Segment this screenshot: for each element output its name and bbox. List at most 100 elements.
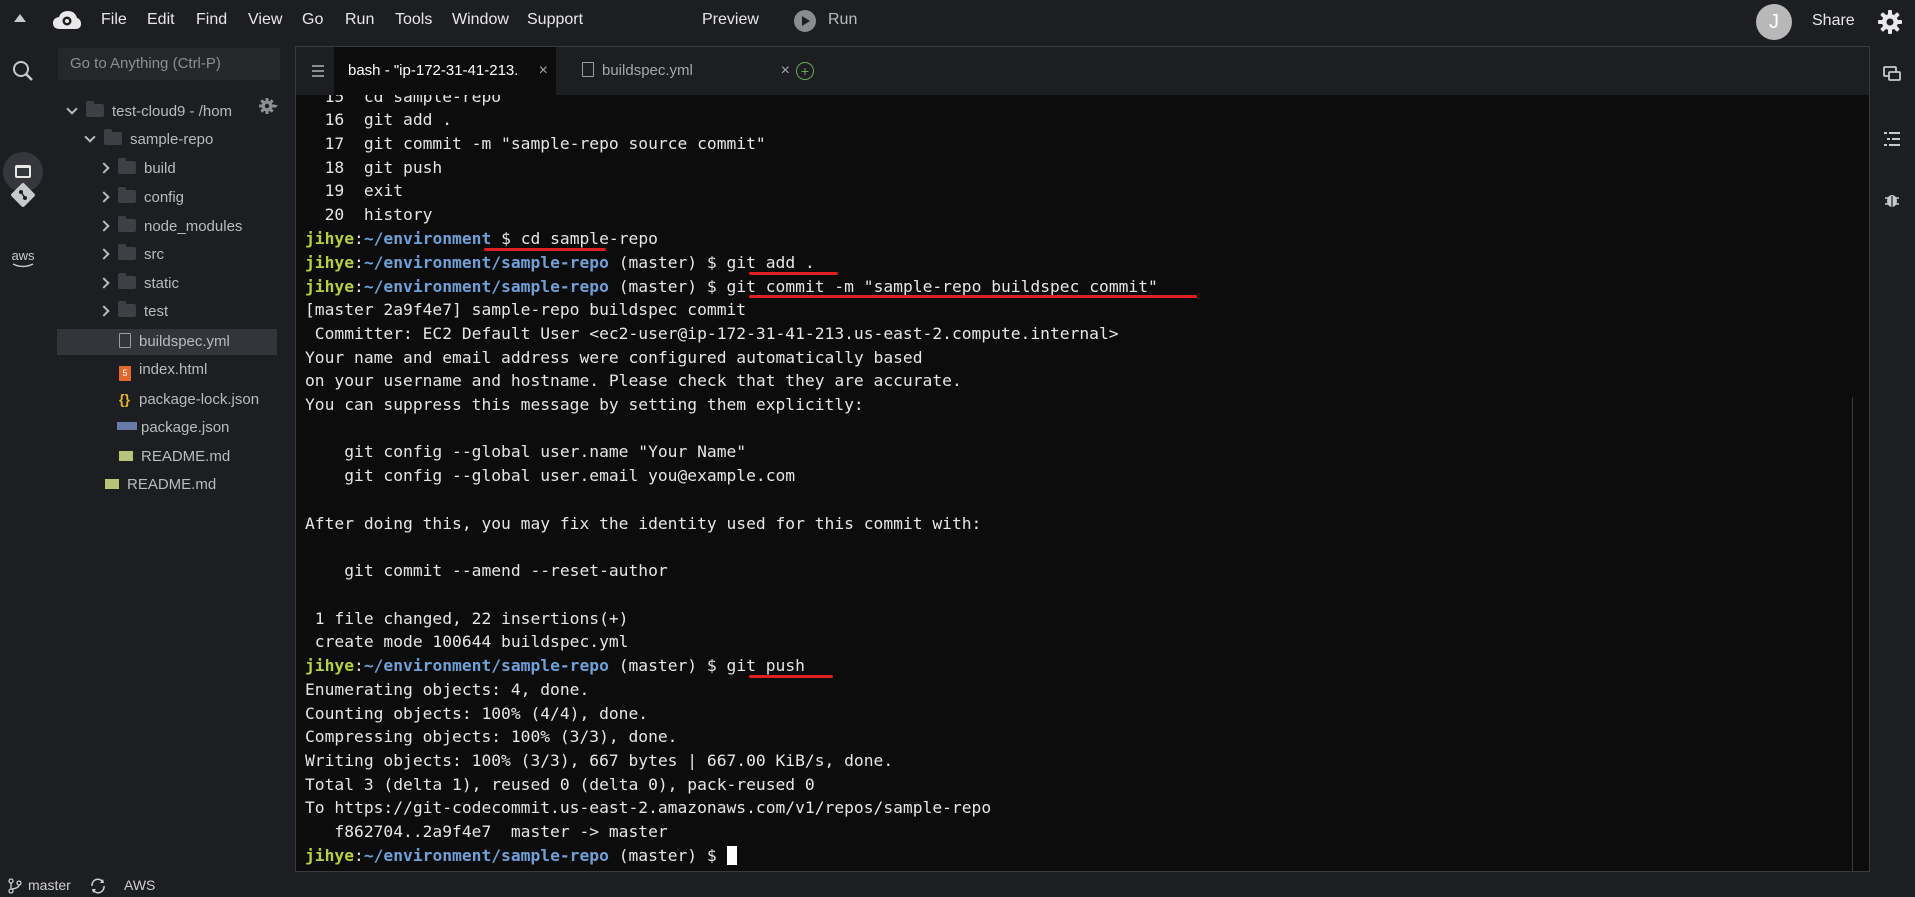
folder-icon: [118, 187, 136, 203]
tree-folder-src[interactable]: src: [98, 242, 284, 268]
menu-tools[interactable]: Tools: [395, 11, 432, 29]
terminal-line: 1 file changed, 22 insertions(+): [305, 609, 629, 628]
menu-edit[interactable]: Edit: [147, 11, 175, 29]
tree-folder-build[interactable]: build: [98, 156, 284, 182]
outline-icon[interactable]: [1882, 129, 1902, 149]
preview-button[interactable]: Preview: [702, 11, 759, 29]
terminal-prompt-line: jihye:~/environment/sample-repo (master)…: [305, 656, 805, 675]
prompt-path: ~/environment: [363, 229, 492, 248]
tree-item-label: node_modules: [144, 218, 243, 235]
git-branch-icon: [8, 878, 22, 894]
terminal-line: git config --global user.name "Your Name…: [305, 442, 747, 461]
terminal-line: Your name and email address were configu…: [305, 348, 923, 367]
menu-find[interactable]: Find: [196, 11, 227, 29]
file-icon: [582, 62, 594, 77]
tree-folder-node-modules[interactable]: node_modules: [98, 214, 284, 240]
run-button[interactable]: Run: [828, 11, 857, 29]
terminal-line: Enumerating objects: 4, done.: [305, 680, 590, 699]
tab-buildspec[interactable]: buildspec.yml ×: [572, 47, 798, 95]
terminal-line: You can suppress this message by setting…: [305, 395, 864, 414]
close-icon[interactable]: ×: [539, 47, 548, 95]
aws-icon[interactable]: aws: [8, 244, 38, 274]
tree-item-label: buildspec.yml: [139, 333, 230, 350]
chevron-right-icon: [98, 191, 110, 203]
collapse-menu-icon[interactable]: [14, 14, 26, 22]
terminal-line: 15 cd sample-repo: [305, 95, 502, 106]
tree-item-label: README.md: [141, 448, 231, 465]
markdown-icon: [105, 479, 119, 489]
status-bar: master AWS: [0, 874, 1915, 897]
tree-file-index-html[interactable]: 5 index.html: [119, 357, 284, 383]
tree-folder-config[interactable]: config: [98, 185, 284, 211]
tree-folder-test[interactable]: test: [98, 299, 284, 325]
cloud9-logo-icon[interactable]: [52, 9, 82, 33]
prompt-user: jihye: [305, 846, 355, 865]
folder-icon: [118, 273, 136, 289]
status-aws[interactable]: AWS: [124, 877, 155, 893]
folder-icon: [118, 244, 136, 260]
chevron-right-icon: [98, 305, 110, 317]
terminal-line: f862704..2a9f4e7 master -> master: [305, 822, 668, 841]
go-to-anything-input[interactable]: Go to Anything (Ctrl-P): [58, 48, 280, 80]
prompt-branch: (master) $: [608, 656, 727, 675]
prompt-path: ~/environment/sample-repo: [363, 846, 609, 865]
gear-icon[interactable]: [1876, 8, 1904, 36]
prompt-branch: (master) $: [608, 846, 727, 865]
menu-run[interactable]: Run: [345, 11, 374, 29]
tree-folder-static[interactable]: static: [98, 271, 284, 297]
tab-bash-terminal[interactable]: bash - "ip-172-31-41-213. ×: [334, 47, 556, 95]
menu-go[interactable]: Go: [302, 11, 323, 29]
tree-item-label: build: [144, 160, 176, 177]
tree-item-label: test-cloud9 - /hom: [112, 103, 233, 120]
chevron-right-icon: [98, 220, 110, 232]
prompt-user: jihye: [305, 656, 355, 675]
terminal-line: Writing objects: 100% (3/3), 667 bytes |…: [305, 751, 894, 770]
menu-support[interactable]: Support: [527, 11, 583, 29]
tree-folder-sample-repo[interactable]: sample-repo: [84, 127, 284, 153]
menu-view[interactable]: View: [248, 11, 282, 29]
tree-file-readme-inner[interactable]: README.md: [119, 444, 284, 470]
share-button[interactable]: Share: [1812, 12, 1855, 30]
terminal-line: Total 3 (delta 1), reused 0 (delta 0), p…: [305, 775, 815, 794]
debugger-bug-icon[interactable]: [1882, 190, 1902, 210]
tree-item-label: src: [144, 246, 164, 263]
run-icon[interactable]: [794, 10, 816, 32]
command-text: git commit -m "sample-repo buildspec com…: [726, 277, 1158, 296]
avatar[interactable]: J: [1756, 4, 1792, 40]
status-branch[interactable]: master: [28, 877, 71, 893]
tree-file-package-json[interactable]: package.json: [117, 415, 284, 441]
terminal-line: [master 2a9f4e7] sample-repo buildspec c…: [305, 300, 747, 319]
svg-text:aws: aws: [11, 248, 35, 263]
tree-file-package-lock[interactable]: {} package-lock.json: [119, 386, 284, 412]
menu-icon[interactable]: [312, 65, 324, 77]
terminal-line: 20 history: [305, 205, 433, 224]
terminal-line: To https://git-codecommit.us-east-2.amaz…: [305, 798, 992, 817]
chat-icon[interactable]: [1882, 64, 1902, 84]
tree-item-label: static: [144, 275, 180, 292]
menu-window[interactable]: Window: [452, 11, 509, 29]
npm-icon: [117, 422, 137, 430]
tree-file-buildspec[interactable]: buildspec.yml: [57, 329, 277, 355]
source-control-icon[interactable]: [8, 180, 38, 210]
terminal-output[interactable]: 15 cd sample-repo 16 git add . 17 git co…: [296, 95, 1853, 871]
terminal-line: git commit --amend --reset-author: [305, 561, 668, 580]
menu-file[interactable]: File: [101, 11, 127, 29]
chevron-right-icon: [98, 248, 110, 260]
new-tab-icon[interactable]: +: [796, 62, 814, 80]
terminal-line: Committer: EC2 Default User <ec2-user@ip…: [305, 324, 1119, 343]
json-icon: {}: [119, 391, 130, 407]
search-icon[interactable]: [8, 56, 38, 86]
chevron-down-icon: [84, 131, 96, 143]
terminal-line: After doing this, you may fix the identi…: [305, 514, 982, 533]
sync-icon[interactable]: [89, 877, 107, 895]
terminal-scrollbar[interactable]: [1852, 395, 1853, 871]
terminal-line: Counting objects: 100% (4/4), done.: [305, 704, 649, 723]
tree-item-label: package.json: [141, 419, 230, 436]
terminal-line: 19 exit: [305, 181, 404, 200]
html5-icon: 5: [119, 366, 131, 381]
tree-file-readme-outer[interactable]: README.md: [105, 472, 284, 498]
tree-item-label: sample-repo: [130, 131, 214, 148]
tree-folder-test-cloud9[interactable]: test-cloud9 - /hom: [66, 99, 284, 125]
tree-item-label: test: [144, 303, 169, 320]
close-icon[interactable]: ×: [781, 47, 790, 95]
